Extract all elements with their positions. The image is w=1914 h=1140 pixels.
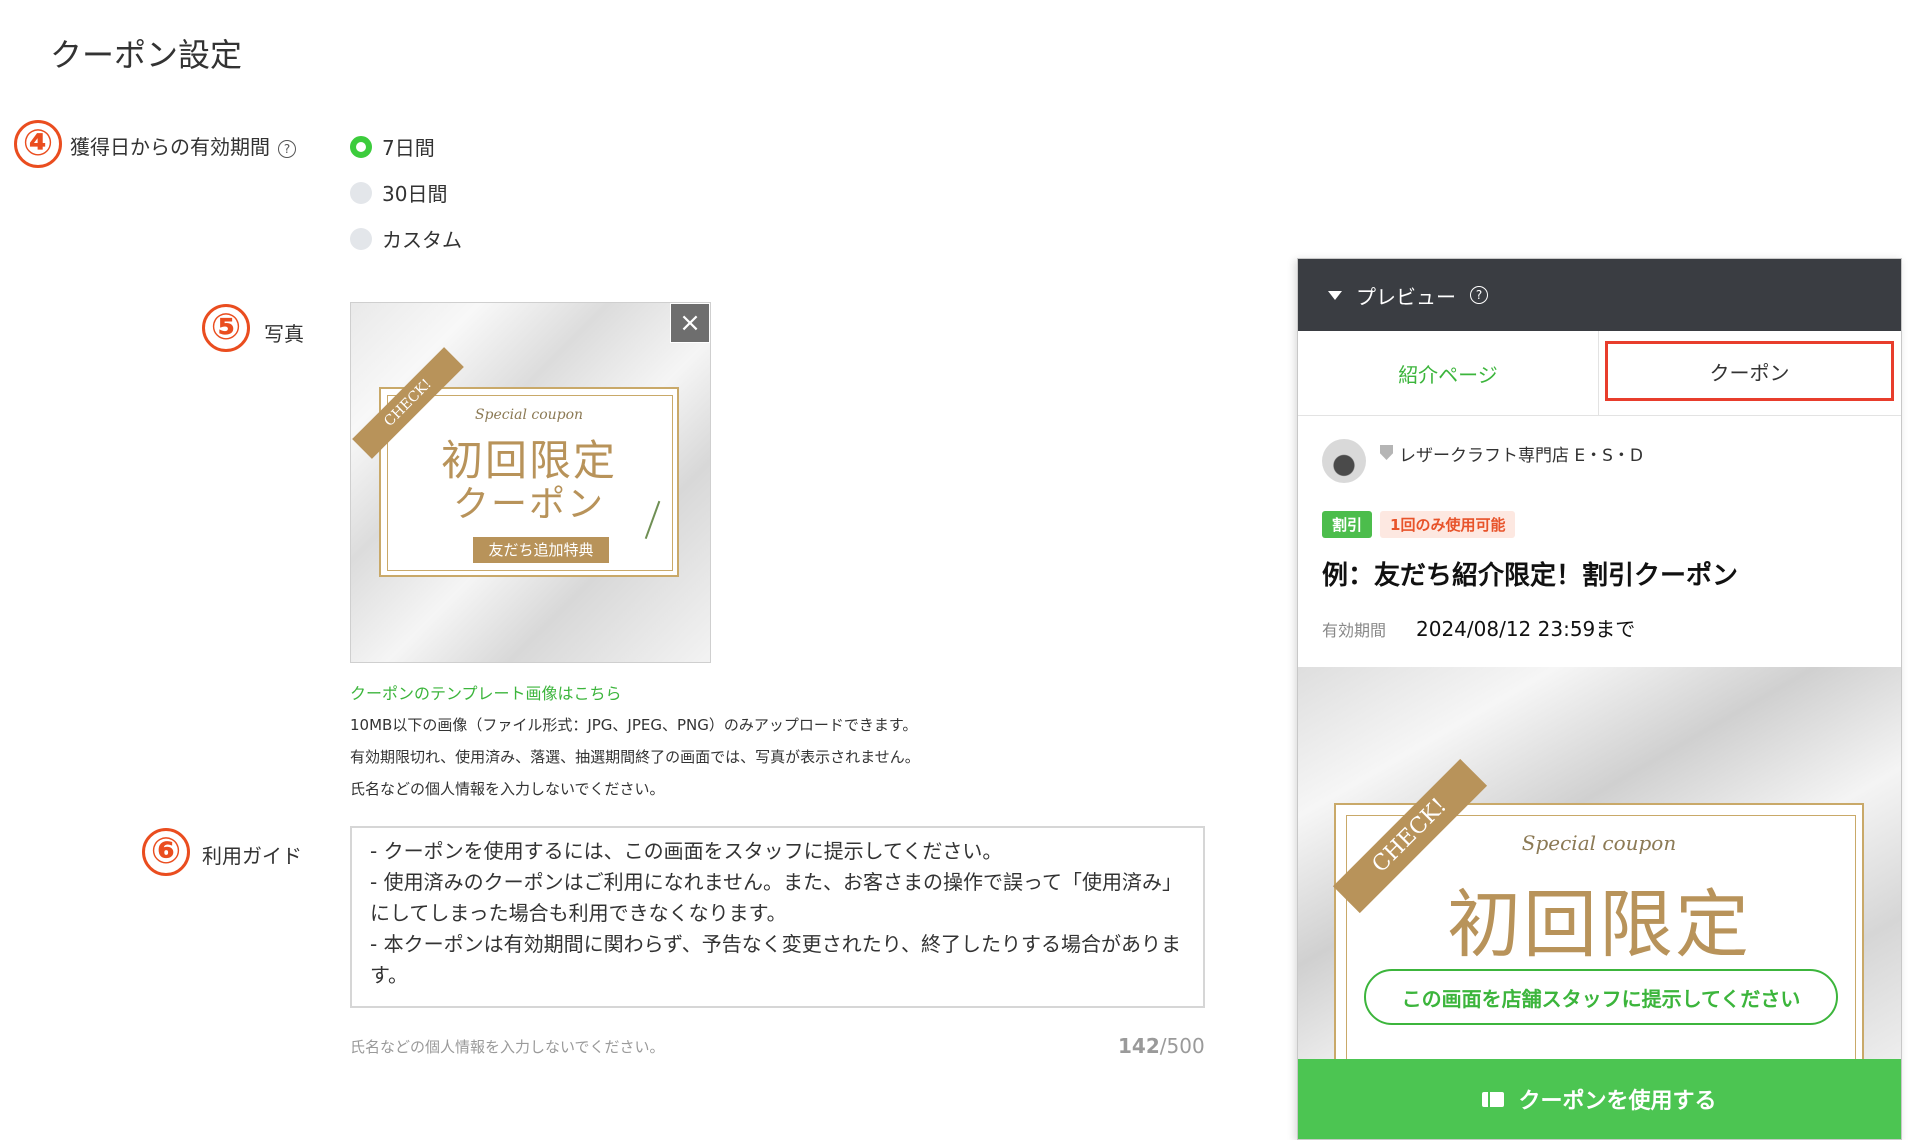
- char-max: /500: [1159, 1034, 1205, 1058]
- preview-header[interactable]: プレビュー ?: [1298, 259, 1901, 331]
- help-icon[interactable]: ?: [1470, 286, 1488, 304]
- preview-tabs: 紹介ページ クーポン: [1298, 331, 1901, 416]
- radio-unselected-icon[interactable]: [350, 181, 372, 204]
- step-5-marker: ⑤: [202, 304, 250, 352]
- radio-selected-icon[interactable]: [350, 135, 372, 158]
- step-4-marker: ④: [14, 120, 62, 168]
- page-title: クーポン設定: [50, 36, 243, 74]
- template-card: Special coupon 初回限定 クーポン 友だち追加特典: [379, 387, 679, 577]
- radio-unselected-icon[interactable]: [350, 227, 372, 250]
- badge-discount: 割引: [1322, 511, 1373, 538]
- guide-label: 利用ガイド: [202, 844, 302, 868]
- photo-thumbnail: Special coupon 初回限定 クーポン 友だち追加特典 CHECK! …: [350, 302, 711, 663]
- preview-title: プレビュー: [1356, 284, 1456, 309]
- template-image-link[interactable]: クーポンのテンプレート画像はこちら: [350, 680, 622, 704]
- avatar: [1322, 439, 1366, 483]
- char-counter: 142/500: [1118, 1034, 1205, 1058]
- template-main-text: 初回限定: [1447, 882, 1751, 968]
- shop-name: レザークラフト専門店 E・S・D: [1399, 446, 1644, 466]
- radio-custom[interactable]: カスタム: [350, 224, 462, 253]
- help-icon[interactable]: ?: [278, 139, 296, 158]
- radio-7days[interactable]: 7日間: [350, 132, 435, 161]
- photo-note-1: 10MB以下の画像（ファイル形式：JPG、JPEG、PNG）のみアップロードでき…: [350, 716, 918, 734]
- badge-once: 1回のみ使用可能: [1380, 511, 1516, 538]
- use-coupon-label: クーポンを使用する: [1518, 1089, 1717, 1114]
- coupon-title: 例：友だち紹介限定！割引クーポン: [1322, 561, 1739, 591]
- photo-note-2: 有効期限切れ、使用済み、落選、抽選期間終了の画面では、写真が表示されません。: [350, 748, 920, 766]
- radio-label: 30日間: [382, 182, 448, 206]
- preview-panel: プレビュー ? 紹介ページ クーポン レザークラフト専門店 E・S・D 割引 1…: [1297, 258, 1902, 1140]
- char-count: 142: [1118, 1034, 1160, 1058]
- tab-intro-page[interactable]: 紹介ページ: [1298, 331, 1599, 415]
- template-band: 友だち追加特典: [473, 537, 609, 563]
- photo-note-3: 氏名などの個人情報を入力しないでください。: [350, 780, 665, 798]
- tab-coupon[interactable]: クーポン: [1605, 341, 1894, 401]
- close-icon[interactable]: ×: [670, 303, 710, 343]
- instruction-bubble: この画面を店舗スタッフに提示してください: [1364, 969, 1838, 1025]
- radio-label: カスタム: [382, 228, 462, 252]
- validity-label: 獲得日からの有効期間?: [70, 131, 296, 160]
- caret-down-icon[interactable]: [1328, 290, 1342, 300]
- guide-textarea[interactable]: - クーポンを使用するには、この画面をスタッフに提示してください。 - 使用済み…: [350, 826, 1205, 1008]
- validity-caption: 有効期間: [1322, 621, 1387, 640]
- guide-hint: 氏名などの個人情報を入力しないでください。: [350, 1038, 665, 1056]
- radio-label: 7日間: [382, 136, 435, 160]
- step-6-marker: ⑥: [142, 828, 190, 876]
- template-line2: クーポン: [452, 484, 605, 525]
- validity-label-text: 獲得日からの有効期間: [70, 135, 270, 159]
- template-script-text: Special coupon: [474, 407, 584, 423]
- badge-row: 割引 1回のみ使用可能: [1322, 511, 1516, 538]
- shield-icon: [1380, 445, 1393, 460]
- validity-value: 2024/08/12 23:59まで: [1416, 617, 1636, 641]
- ticket-icon: [1482, 1091, 1505, 1107]
- coupon-image: Special coupon 初回限定 CHECK! この画面を店舗スタッフに提…: [1298, 667, 1901, 1067]
- use-coupon-button[interactable]: クーポンを使用する: [1298, 1059, 1901, 1139]
- radio-30days[interactable]: 30日間: [350, 178, 447, 207]
- photo-label: 写真: [264, 322, 304, 346]
